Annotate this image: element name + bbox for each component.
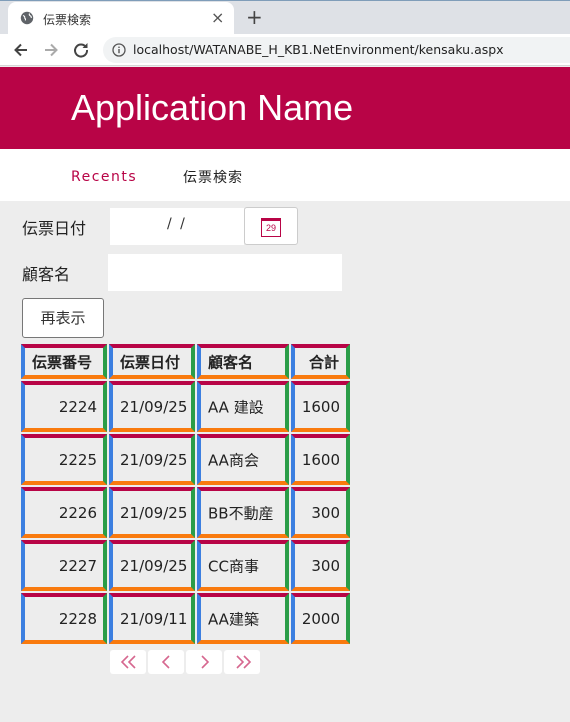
column-header-total[interactable]: 合計	[291, 344, 350, 379]
plus-icon[interactable]: +	[246, 5, 263, 29]
table-cell-slip-number[interactable]: 2225	[21, 434, 107, 485]
calendar-day: 29	[265, 223, 276, 233]
double-chevron-right-icon	[236, 655, 252, 669]
next-page-button[interactable]	[186, 650, 222, 674]
browser-toolbar: localhost/WATANABE_H_KB1.NetEnvironment/…	[0, 34, 570, 66]
back-arrow-icon[interactable]	[11, 40, 31, 60]
browser-tab-strip: 伝票検索 × +	[0, 0, 570, 35]
tab-title: 伝票検索	[43, 13, 92, 27]
table-cell-customer[interactable]: BB不動産	[197, 487, 289, 538]
nav-item-recents[interactable]: Recents	[71, 169, 137, 185]
table-cell-customer[interactable]: AA 建設	[197, 381, 289, 432]
nav-item-search[interactable]: 伝票検索	[183, 167, 243, 187]
table-cell-customer[interactable]: CC商事	[197, 540, 289, 591]
browser-tab[interactable]: 伝票検索 ×	[8, 2, 234, 35]
table-cell-slip-date[interactable]: 21/09/11	[109, 593, 195, 644]
url-text: localhost/WATANABE_H_KB1.NetEnvironment/…	[133, 42, 504, 57]
table-cell-customer[interactable]: AA建築	[197, 593, 289, 644]
calendar-button[interactable]: 29	[244, 207, 298, 245]
redisplay-button[interactable]: 再表示	[22, 298, 104, 338]
forward-arrow-icon[interactable]	[41, 40, 61, 60]
reload-icon[interactable]	[71, 40, 91, 60]
last-page-button[interactable]	[224, 650, 260, 674]
customer-input[interactable]	[108, 254, 342, 291]
table-cell-total[interactable]: 1600	[291, 434, 350, 485]
double-chevron-left-icon	[120, 655, 136, 669]
app-header: Application Name	[0, 67, 570, 149]
calendar-icon: 29	[261, 218, 281, 237]
date-value: / /	[167, 216, 187, 232]
close-icon[interactable]: ×	[211, 8, 224, 28]
customer-label: 顧客名	[22, 265, 71, 284]
previous-page-button[interactable]	[148, 650, 184, 674]
table-cell-total[interactable]: 1600	[291, 381, 350, 432]
app-nav: Recents 伝票検索	[0, 149, 570, 201]
chevron-left-icon	[161, 655, 170, 669]
address-bar[interactable]: localhost/WATANABE_H_KB1.NetEnvironment/…	[103, 37, 570, 63]
date-input[interactable]: / /	[110, 208, 244, 245]
column-header-slip-date[interactable]: 伝票日付	[109, 344, 195, 379]
table-cell-slip-date[interactable]: 21/09/25	[109, 540, 195, 591]
info-icon[interactable]	[112, 43, 126, 57]
first-page-button[interactable]	[110, 650, 146, 674]
chevron-right-icon	[201, 655, 210, 669]
table-cell-slip-number[interactable]: 2224	[21, 381, 107, 432]
app-title: Application Name	[71, 87, 354, 128]
table-cell-customer[interactable]: AA商会	[197, 434, 289, 485]
pager	[110, 650, 260, 674]
column-header-customer[interactable]: 顧客名	[197, 344, 289, 379]
table-cell-total[interactable]: 300	[291, 540, 350, 591]
table-cell-slip-date[interactable]: 21/09/25	[109, 487, 195, 538]
table-cell-total[interactable]: 300	[291, 487, 350, 538]
column-header-slip-number[interactable]: 伝票番号	[21, 344, 107, 379]
date-label: 伝票日付	[22, 219, 87, 238]
table-cell-slip-number[interactable]: 2226	[21, 487, 107, 538]
table-cell-slip-date[interactable]: 21/09/25	[109, 434, 195, 485]
globe-icon	[20, 11, 34, 25]
table-cell-total[interactable]: 2000	[291, 593, 350, 644]
table-cell-slip-date[interactable]: 21/09/25	[109, 381, 195, 432]
table-cell-slip-number[interactable]: 2228	[21, 593, 107, 644]
table-cell-slip-number[interactable]: 2227	[21, 540, 107, 591]
